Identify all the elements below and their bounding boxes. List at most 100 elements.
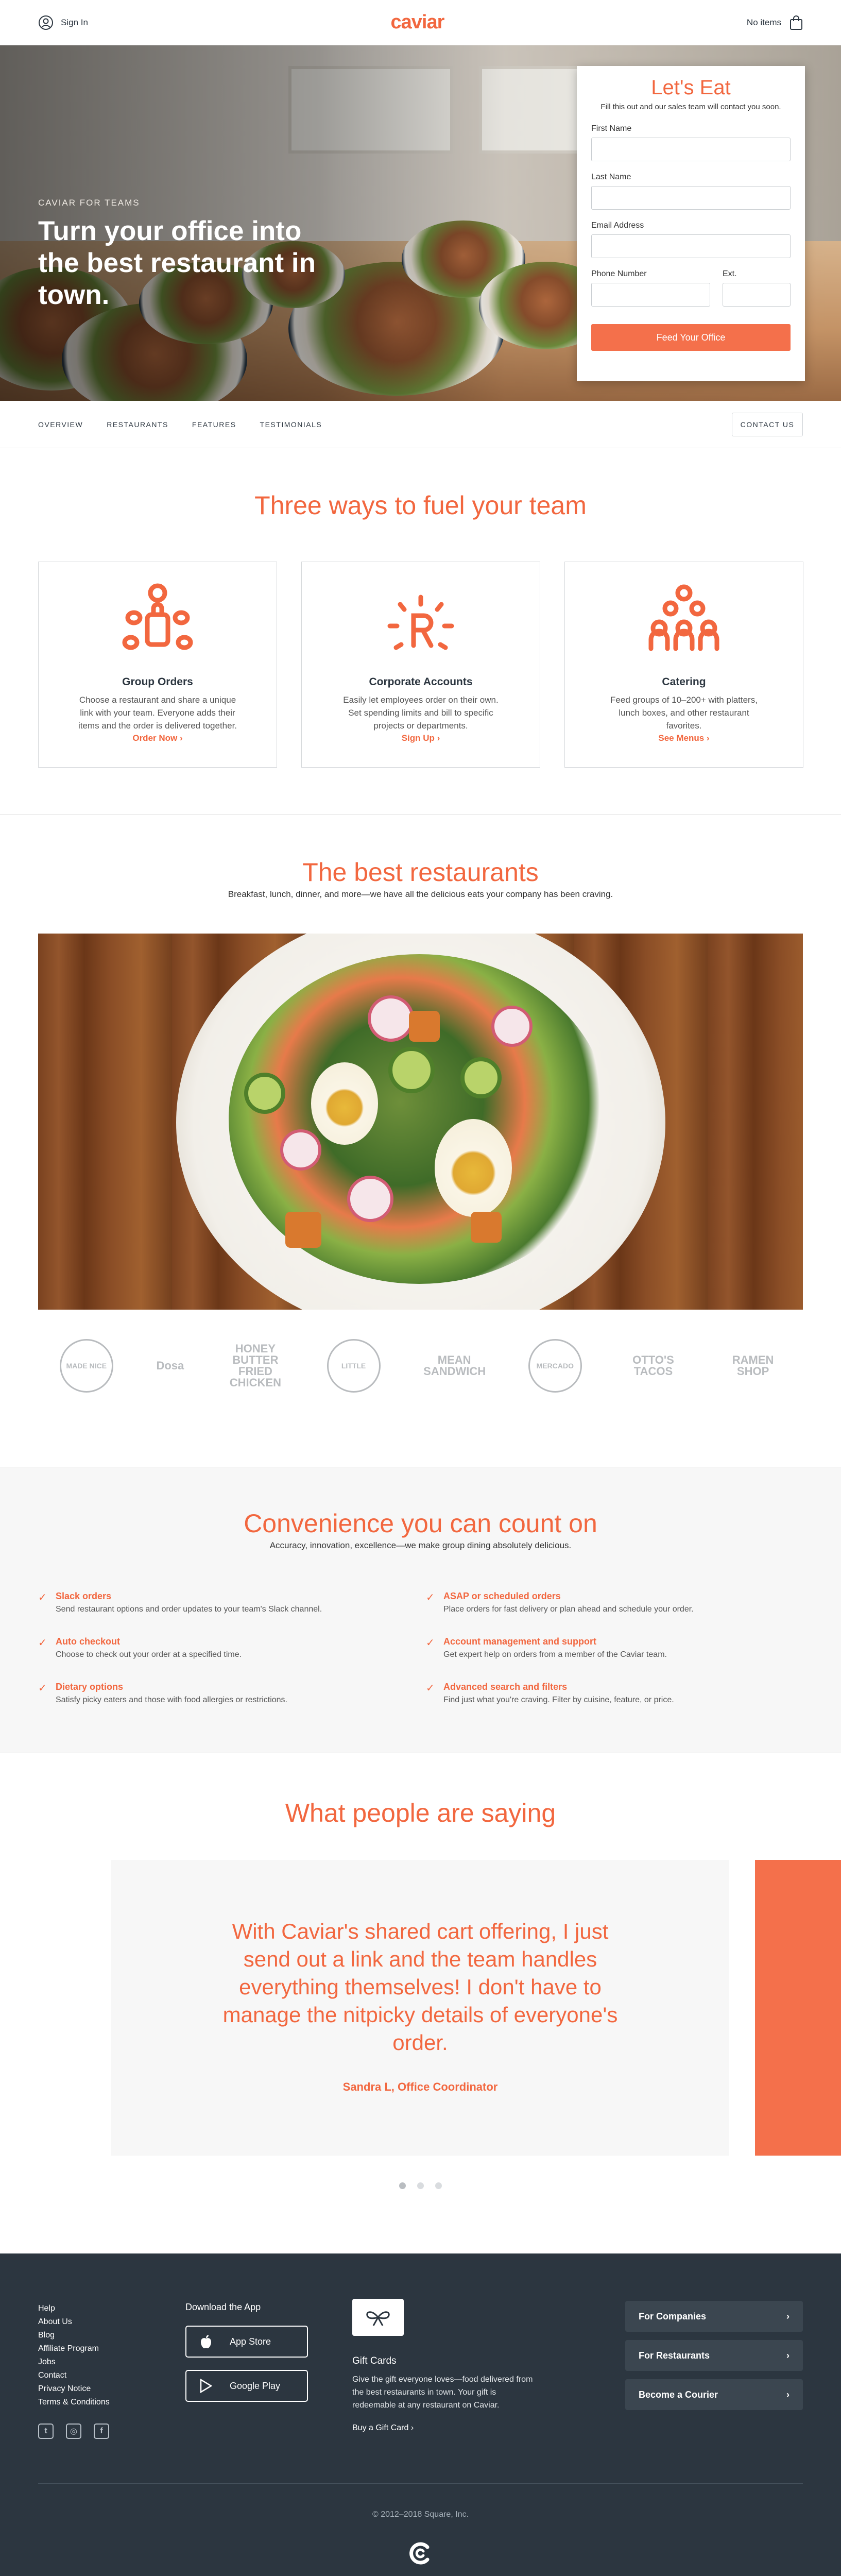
download-app-title: Download the App [185, 2302, 261, 2312]
check-icon: ✓ [426, 1683, 435, 1694]
feature-item: ✓ ASAP or scheduled orders Place orders … [426, 1591, 786, 1614]
convenience-subtitle: Accuracy, innovation, excellence—we make… [269, 1540, 572, 1550]
group-orders-icon [122, 583, 193, 650]
become-courier-button[interactable]: Become a Courier › [625, 2379, 803, 2410]
best-restaurants-title: The best restaurants [302, 858, 539, 887]
feature-desc: Place orders for fast delivery or plan a… [443, 1605, 694, 1614]
apple-icon [201, 2335, 211, 2348]
sign-in-label: Sign In [61, 17, 88, 27]
restaurant-logo: Dosa [156, 1359, 184, 1372]
email-field[interactable] [591, 234, 791, 258]
cart-label: No items [746, 17, 781, 27]
last-name-field[interactable] [591, 186, 791, 210]
salad-photo [38, 934, 803, 1310]
site-header: Sign In caviar No items [0, 0, 841, 45]
footer-link-contact[interactable]: Contact [38, 2369, 110, 2382]
email-label: Email Address [591, 221, 644, 230]
twitter-icon[interactable]: t [38, 2424, 54, 2439]
first-name-label: First Name [591, 124, 632, 133]
social-links: t ◎ f [38, 2424, 109, 2439]
sign-up-link[interactable]: Sign Up › [302, 733, 540, 743]
app-store-label: App Store [230, 2336, 271, 2347]
ext-field[interactable] [723, 283, 791, 307]
copyright: © 2012–2018 Square, Inc. [372, 2510, 469, 2519]
footer-link-blog[interactable]: Blog [38, 2329, 110, 2342]
form-title: Let's Eat [651, 76, 731, 99]
testimonial-quote: With Caviar's shared cart offering, I ju… [222, 1919, 618, 2055]
feature-item: ✓ Advanced search and filters Find just … [426, 1682, 786, 1705]
order-now-link[interactable]: Order Now › [39, 733, 277, 743]
app-store-button[interactable]: App Store [185, 2326, 308, 2358]
ext-label: Ext. [723, 269, 737, 278]
carousel-dot-3[interactable] [435, 2182, 442, 2189]
footer-links: Help About Us Blog Affiliate Program Job… [38, 2302, 110, 2409]
nav-features[interactable]: FEATURES [192, 420, 236, 429]
restaurant-logo: MADE NICE [59, 1339, 113, 1393]
feature-title: Dietary options [56, 1682, 124, 1692]
carousel-dot-1[interactable] [399, 2182, 406, 2189]
card-group-orders: Group Orders Choose a restaurant and sha… [38, 562, 277, 768]
restaurant-logos: MADE NICE Dosa HONEY BUTTER FRIED CHICKE… [38, 1337, 803, 1394]
carousel-dot-2[interactable] [417, 2182, 424, 2189]
feature-item: ✓ Auto checkout Choose to check out your… [38, 1636, 399, 1659]
caviar-mark-icon[interactable] [407, 2540, 434, 2567]
nav-overview[interactable]: OVERVIEW [38, 420, 83, 429]
chevron-right-icon: › [786, 2311, 789, 2321]
for-companies-label: For Companies [639, 2311, 707, 2321]
hero-title: Turn your office into the best restauran… [38, 216, 316, 310]
footer-link-about[interactable]: About Us [38, 2315, 110, 2329]
gift-cards-title: Gift Cards [352, 2355, 397, 2366]
feature-desc: Satisfy picky eaters and those with food… [56, 1696, 287, 1704]
instagram-icon[interactable]: ◎ [66, 2424, 81, 2439]
sign-in-link[interactable]: Sign In [38, 15, 88, 30]
feature-title: Slack orders [56, 1591, 112, 1601]
footer-link-terms[interactable]: Terms & Conditions [38, 2396, 110, 2409]
contact-us-button[interactable]: CONTACT US [732, 412, 803, 436]
card-desc: Easily let employees order on their own.… [343, 695, 499, 731]
next-testimonial-peek[interactable] [755, 1860, 841, 2156]
catering-icon [648, 584, 719, 651]
footer-link-affiliate[interactable]: Affiliate Program [38, 2342, 110, 2355]
section-nav: OVERVIEW RESTAURANTS FEATURES TESTIMONIA… [0, 401, 841, 448]
chevron-right-icon: › [786, 2350, 789, 2361]
feature-title: Advanced search and filters [443, 1682, 568, 1692]
nav-testimonials[interactable]: TESTIMONIALS [260, 420, 322, 429]
card-title: Group Orders [122, 676, 193, 688]
card-desc: Choose a restaurant and share a unique l… [78, 695, 237, 731]
feature-desc: Choose to check out your order at a spec… [56, 1650, 242, 1659]
facebook-icon[interactable]: f [94, 2424, 109, 2439]
check-icon: ✓ [426, 1637, 435, 1649]
three-ways-title: Three ways to fuel your team [254, 491, 587, 520]
last-name-label: Last Name [591, 173, 631, 181]
check-icon: ✓ [38, 1683, 47, 1694]
caviar-logo[interactable]: caviar [390, 11, 444, 33]
feature-item: ✓ Dietary options Satisfy picky eaters a… [38, 1682, 399, 1705]
for-companies-button[interactable]: For Companies › [625, 2301, 803, 2332]
testimonial-author: Sandra L, Office Coordinator [342, 2080, 498, 2093]
see-menus-link[interactable]: See Menus › [565, 733, 803, 743]
footer-link-privacy[interactable]: Privacy Notice [38, 2382, 110, 2396]
cart-button[interactable]: No items [747, 15, 803, 30]
restaurant-logo: RAMEN SHOP [732, 1353, 774, 1378]
check-icon: ✓ [38, 1592, 47, 1603]
nav-restaurants[interactable]: RESTAURANTS [107, 420, 168, 429]
card-title: Catering [662, 676, 706, 688]
gift-card-icon [352, 2299, 404, 2336]
chevron-right-icon: › [786, 2389, 789, 2400]
footer-link-help[interactable]: Help [38, 2302, 110, 2315]
feature-desc: Find just what you're craving. Filter by… [443, 1696, 674, 1704]
restaurant-logo: OTTO'S TACOS [632, 1353, 674, 1378]
footer-divider [38, 2483, 803, 2484]
google-play-icon [200, 2379, 212, 2393]
feed-your-office-button[interactable]: Feed Your Office [591, 324, 791, 351]
first-name-field[interactable] [591, 138, 791, 161]
buy-gift-card-link[interactable]: Buy a Gift Card › [352, 2424, 414, 2433]
check-icon: ✓ [38, 1637, 47, 1649]
footer-link-jobs[interactable]: Jobs [38, 2355, 110, 2369]
phone-field[interactable] [591, 283, 710, 307]
form-subtitle: Fill this out and our sales team will co… [600, 103, 781, 111]
feature-title: ASAP or scheduled orders [443, 1591, 561, 1601]
for-restaurants-button[interactable]: For Restaurants › [625, 2340, 803, 2371]
site-footer: Help About Us Blog Affiliate Program Job… [0, 2253, 841, 2576]
google-play-button[interactable]: Google Play [185, 2370, 308, 2402]
